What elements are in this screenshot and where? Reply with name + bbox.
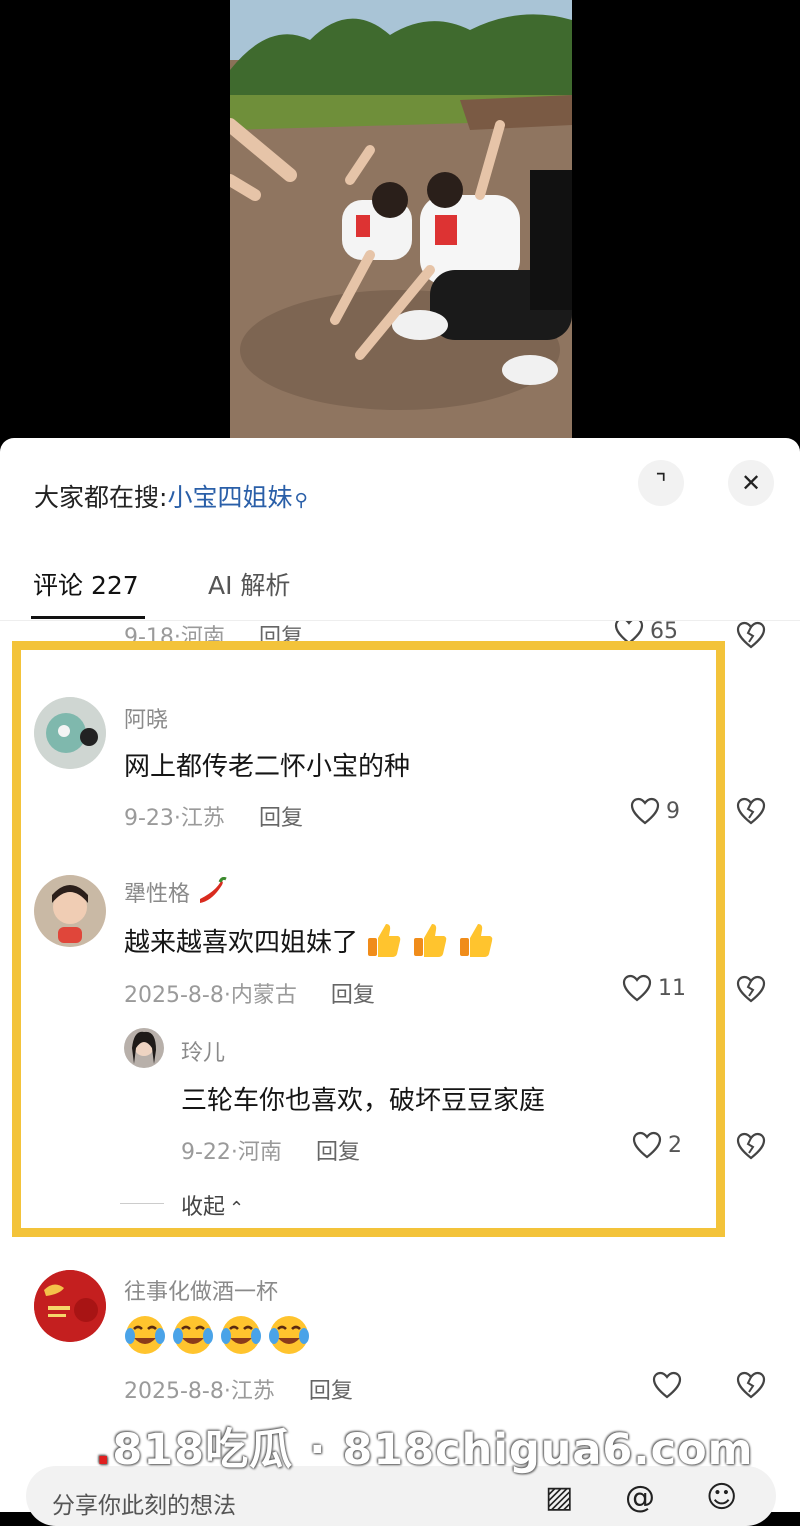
reply-button[interactable]: 回复 [309, 1379, 353, 1404]
mention-icon[interactable]: @ [625, 1480, 655, 1515]
search-prefix: 大家都在搜: [34, 483, 168, 512]
crying-laughing-emoji-icon [221, 1316, 261, 1354]
like-button[interactable]: 65 [614, 621, 678, 643]
close-icon: ✕ [740, 469, 762, 497]
expand-icon: ⌝ [655, 469, 667, 497]
dislike-icon[interactable] [735, 1131, 767, 1161]
comment-meta: 2025-8-8·江苏 回复 [124, 1373, 353, 1405]
emoji-icon[interactable]: ☺ [706, 1480, 737, 1515]
tab-comments[interactable]: 评论 227 [33, 566, 139, 602]
partial-comment-row: 9-18·河南 回复 65 [0, 621, 800, 643]
crying-laughing-emoji-icon [125, 1316, 165, 1354]
expand-button[interactable]: ⌝ [638, 460, 684, 506]
dislike-icon[interactable] [735, 1370, 767, 1400]
like-count: 65 [650, 621, 678, 643]
watermark-text: 818吃瓜 · 818chigua6.com [112, 1425, 754, 1475]
search-icon: ⚲ [294, 490, 308, 511]
close-button[interactable]: ✕ [728, 460, 774, 506]
comment-date-location: 2025-8-8·江苏 [124, 1379, 275, 1404]
search-keyword[interactable]: 小宝四姐妹 [167, 483, 292, 512]
comment-tabs: 评论 227 AI 解析 [0, 556, 800, 622]
comment-input[interactable]: 分享你此刻的想法 [52, 1486, 236, 1520]
comment-emoji-row [124, 1314, 310, 1356]
tab-underline [31, 616, 145, 619]
video-player[interactable] [0, 0, 800, 445]
comment-meta: 9-18·河南 回复 [124, 621, 303, 643]
crying-laughing-emoji-icon [173, 1316, 213, 1354]
image-icon[interactable]: ▨ [545, 1480, 573, 1515]
dislike-icon[interactable] [735, 796, 767, 826]
comment-username[interactable]: 往事化做酒一杯 [124, 1274, 278, 1306]
dislike-icon[interactable] [735, 974, 767, 1004]
watermark-dot: . [95, 1425, 113, 1475]
dislike-icon[interactable] [735, 620, 767, 650]
heart-icon[interactable] [652, 1371, 682, 1399]
highlight-box [12, 641, 725, 1237]
search-suggestion[interactable]: 大家都在搜:小宝四姐妹 ⚲ [34, 478, 308, 514]
heart-icon [614, 621, 644, 643]
tab-ai-analysis[interactable]: AI 解析 [208, 566, 290, 602]
video-frame[interactable] [230, 0, 572, 445]
watermark: .818吃瓜 · 818chigua6.com [95, 1415, 753, 1477]
avatar[interactable] [34, 1270, 106, 1342]
crying-laughing-emoji-icon [269, 1316, 309, 1354]
